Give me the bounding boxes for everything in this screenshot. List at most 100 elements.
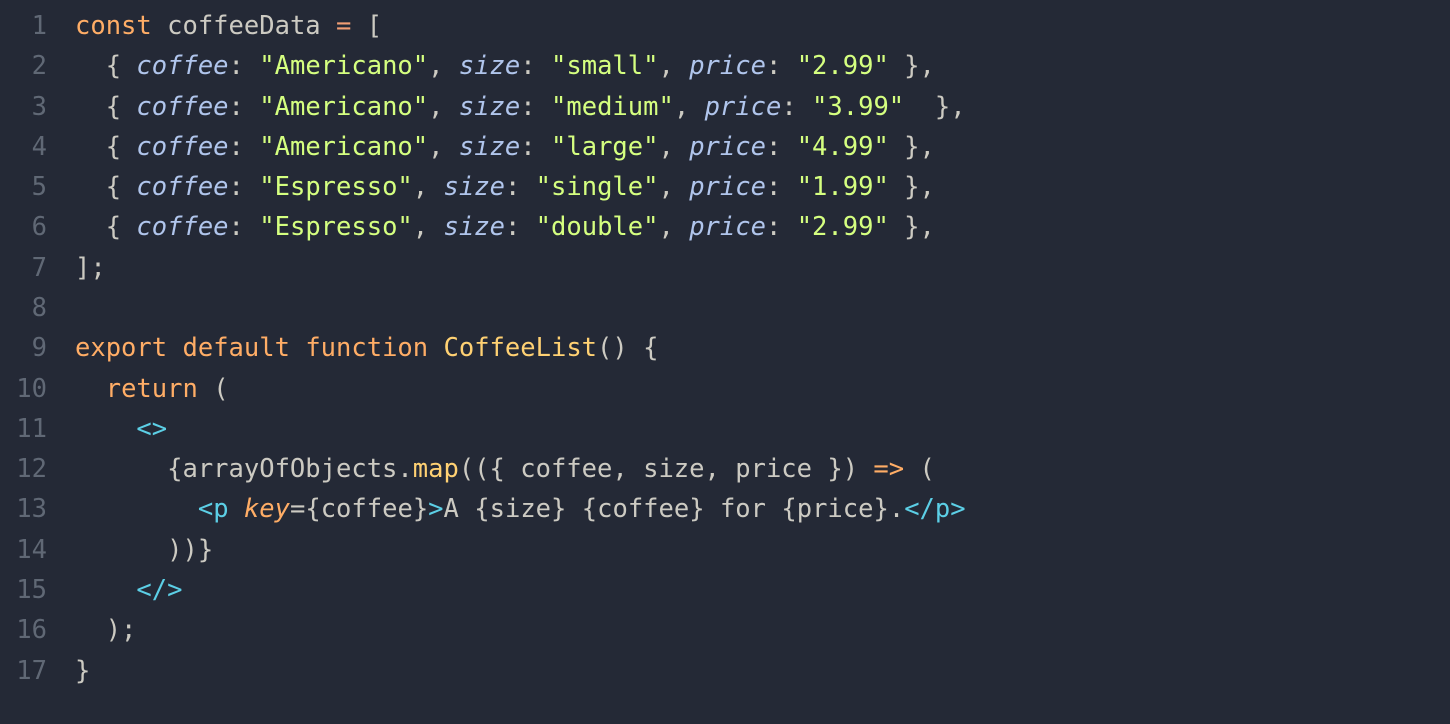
code-token: }, — [889, 132, 935, 162]
code-token: , — [658, 51, 689, 81]
code-token: "Espresso" — [259, 212, 413, 242]
code-token: coffee — [520, 454, 612, 484]
code-token: "small" — [551, 51, 658, 81]
code-token — [167, 333, 182, 363]
code-token: "3.99" — [812, 92, 904, 122]
code-token: "large" — [551, 132, 658, 162]
code-token: A — [444, 494, 475, 524]
code-token: , — [413, 212, 444, 242]
code-token: { — [781, 494, 796, 524]
code-token: () { — [597, 333, 658, 363]
code-token — [75, 575, 136, 605]
code-line[interactable]: <p key={coffee}>A {size} {coffee} for {p… — [75, 489, 966, 529]
code-line[interactable]: return ( — [75, 369, 966, 409]
code-token: ); — [75, 615, 136, 645]
code-line[interactable]: { coffee: "Espresso", size: "double", pr… — [75, 207, 966, 247]
code-line[interactable]: </> — [75, 570, 966, 610]
code-token: price — [689, 51, 766, 81]
code-token: }, — [889, 212, 935, 242]
code-token: { — [305, 494, 320, 524]
code-token: : — [766, 51, 797, 81]
code-token: size — [490, 494, 551, 524]
code-line[interactable]: ))} — [75, 530, 966, 570]
code-token: ))} — [75, 535, 213, 565]
code-token: { — [582, 494, 597, 524]
code-line[interactable]: <> — [75, 409, 966, 449]
code-line[interactable]: { coffee: "Americano", size: "large", pr… — [75, 127, 966, 167]
code-token: <> — [136, 414, 167, 444]
code-token: }, — [889, 172, 935, 202]
code-token: price — [689, 132, 766, 162]
code-token: coffee — [136, 51, 228, 81]
code-token: coffeeData — [167, 11, 321, 41]
code-token: size — [444, 172, 505, 202]
code-token: , — [428, 51, 459, 81]
code-token — [290, 333, 305, 363]
code-token: : — [505, 172, 536, 202]
code-token: coffee — [136, 92, 228, 122]
code-token: }) — [812, 454, 873, 484]
code-line[interactable]: ); — [75, 610, 966, 650]
code-token: : — [229, 132, 260, 162]
code-token: , — [413, 172, 444, 202]
line-number: 16 — [0, 610, 55, 650]
code-token: "2.99" — [797, 51, 889, 81]
code-line[interactable]: { coffee: "Americano", size: "medium", p… — [75, 87, 966, 127]
line-number: 8 — [0, 288, 55, 328]
code-token: , — [658, 212, 689, 242]
code-token: { — [75, 172, 136, 202]
code-token — [152, 11, 167, 41]
code-token: : — [766, 212, 797, 242]
code-token: , — [612, 454, 643, 484]
code-line[interactable]: { coffee: "Espresso", size: "single", pr… — [75, 167, 966, 207]
code-line[interactable]: } — [75, 651, 966, 691]
code-line[interactable]: { coffee: "Americano", size: "small", pr… — [75, 46, 966, 86]
code-token: > — [428, 494, 443, 524]
code-token — [75, 293, 90, 323]
code-token — [75, 374, 106, 404]
code-token: , — [428, 132, 459, 162]
code-token: : — [520, 132, 551, 162]
code-token — [428, 333, 443, 363]
code-editor[interactable]: 1234567891011121314151617 const coffeeDa… — [0, 0, 1450, 724]
code-token: . — [889, 494, 904, 524]
code-token — [229, 494, 244, 524]
code-line[interactable]: export default function CoffeeList() { — [75, 328, 966, 368]
code-token: price — [797, 494, 874, 524]
code-token: "Americano" — [259, 92, 428, 122]
code-token: : — [229, 212, 260, 242]
code-token: , — [658, 132, 689, 162]
line-number: 7 — [0, 248, 55, 288]
code-token: { — [75, 51, 136, 81]
code-token: } — [873, 494, 888, 524]
code-token: : — [229, 92, 260, 122]
code-token: p — [935, 494, 950, 524]
code-token — [566, 494, 581, 524]
code-token: key — [244, 494, 290, 524]
code-token: { — [75, 454, 182, 484]
code-token: : — [229, 51, 260, 81]
code-token: "2.99" — [797, 212, 889, 242]
code-token: < — [198, 494, 213, 524]
code-token: { — [474, 494, 489, 524]
code-token: coffee — [136, 172, 228, 202]
code-token: "double" — [536, 212, 659, 242]
code-line[interactable] — [75, 288, 966, 328]
line-number: 13 — [0, 489, 55, 529]
code-token: const — [75, 11, 152, 41]
code-token: : — [766, 132, 797, 162]
line-number: 17 — [0, 651, 55, 691]
line-number: 14 — [0, 530, 55, 570]
code-token: price — [735, 454, 812, 484]
code-token: : — [229, 172, 260, 202]
line-number: 1 — [0, 6, 55, 46]
line-number: 12 — [0, 449, 55, 489]
code-line[interactable]: const coffeeData = [ — [75, 6, 966, 46]
code-token: return — [106, 374, 198, 404]
code-line[interactable]: ]; — [75, 248, 966, 288]
code-line[interactable]: {arrayOfObjects.map(({ coffee, size, pri… — [75, 449, 966, 489]
code-area[interactable]: const coffeeData = [ { coffee: "American… — [55, 0, 966, 724]
code-token — [75, 494, 198, 524]
line-number: 9 — [0, 328, 55, 368]
code-token: price — [705, 92, 782, 122]
